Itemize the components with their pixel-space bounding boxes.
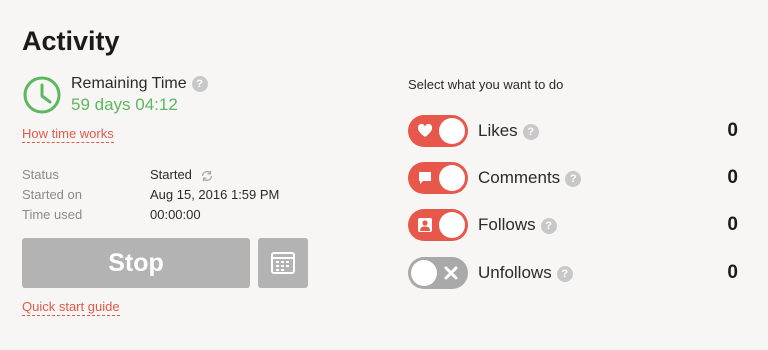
remaining-time-value: 59 days 04:12 [71,95,178,114]
follows-count: 0 [727,214,738,235]
help-icon[interactable]: ? [191,75,208,92]
unfollows-label: Unfollows? [478,263,573,283]
x-icon [444,266,458,280]
clock-icon [23,76,61,114]
schedule-button[interactable] [258,238,308,288]
action-row-likes: Likes? 0 [408,115,738,147]
likes-count: 0 [727,120,738,141]
remaining-time-label: Remaining Time? [71,75,208,93]
toggle-knob [439,118,465,144]
help-icon[interactable]: ? [522,123,539,140]
follows-toggle[interactable] [408,209,468,241]
help-icon[interactable]: ? [540,217,557,234]
started-on-value: Aug 15, 2016 1:59 PM [150,187,280,202]
action-row-comments: Comments? 0 [408,162,738,194]
how-time-works-link[interactable]: How time works [22,126,114,143]
time-used-value: 00:00:00 [150,207,201,222]
follows-label: Follows? [478,215,557,235]
status-label: Status [22,167,59,182]
toggle-knob [411,260,437,286]
help-icon[interactable]: ? [556,265,573,282]
quick-start-guide-link[interactable]: Quick start guide [22,299,120,316]
comments-label: Comments? [478,168,582,188]
started-on-label: Started on [22,187,82,202]
help-icon[interactable]: ? [565,170,582,187]
unfollows-count: 0 [727,262,738,283]
comment-icon [419,172,431,184]
unfollows-toggle[interactable] [408,257,468,289]
calendar-icon [271,252,295,274]
likes-label: Likes? [478,121,539,141]
status-value: Started [150,167,214,183]
comments-toggle[interactable] [408,162,468,194]
comments-count: 0 [727,167,738,188]
likes-toggle[interactable] [408,115,468,147]
toggle-knob [439,212,465,238]
action-row-follows: Follows? 0 [408,209,738,241]
actions-header: Select what you want to do [408,77,564,92]
page-title: Activity [22,26,120,56]
person-icon [418,218,432,232]
time-used-label: Time used [22,207,83,222]
action-row-unfollows: Unfollows? 0 [408,257,738,289]
toggle-knob [439,165,465,191]
stop-button[interactable]: Stop [22,238,250,288]
refresh-icon[interactable] [200,169,214,183]
heart-icon [417,123,433,137]
